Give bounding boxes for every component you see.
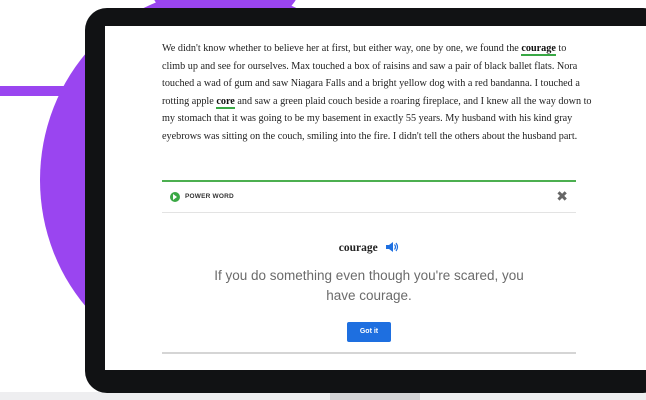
word-row: courage: [162, 238, 576, 258]
power-word-panel: POWER WORD ✖ courage If you do something…: [162, 180, 576, 354]
power-word-definition: If you do something even though you're s…: [214, 268, 524, 303]
speaker-icon[interactable]: [385, 240, 399, 258]
power-word-icon: [170, 192, 180, 202]
panel-divider: [162, 212, 576, 213]
passage-text: We didn't know whether to believe her at…: [162, 43, 519, 54]
power-word-core-link[interactable]: core: [216, 95, 235, 109]
story-passage: We didn't know whether to believe her at…: [162, 40, 592, 145]
passage-paragraph: We didn't know whether to believe her at…: [162, 40, 592, 145]
power-word-courage-link[interactable]: courage: [521, 43, 556, 56]
close-icon[interactable]: ✖: [556, 188, 568, 204]
power-word-header: POWER WORD ✖: [162, 182, 576, 212]
power-word-term: courage: [338, 242, 378, 254]
reader-screen: We didn't know whether to believe her at…: [105, 26, 646, 370]
got-it-button[interactable]: Got it: [347, 322, 391, 342]
power-word-label: POWER WORD: [185, 193, 234, 200]
surface-shadow: [0, 392, 646, 400]
